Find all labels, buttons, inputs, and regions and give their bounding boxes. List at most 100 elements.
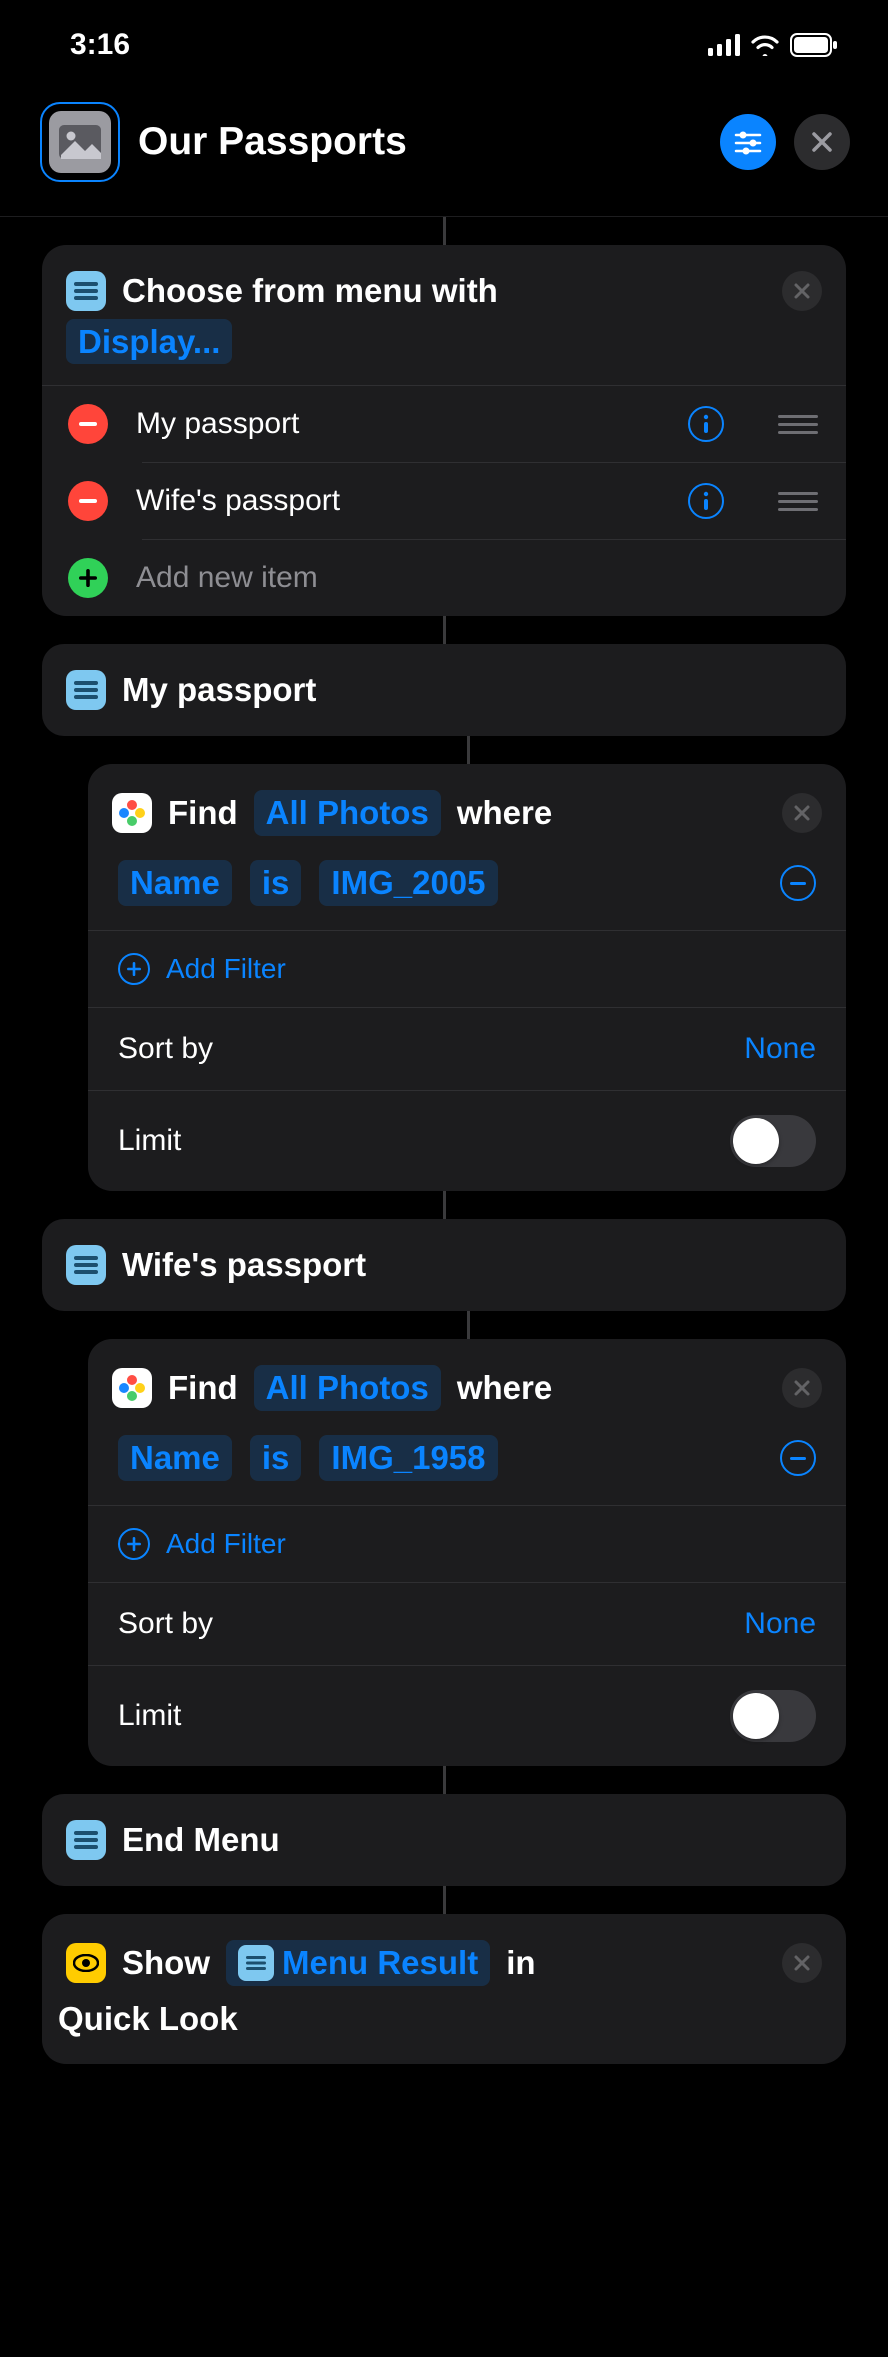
filter-op-token[interactable]: is xyxy=(250,1435,302,1481)
cellular-icon xyxy=(708,34,740,56)
case-label: My passport xyxy=(122,671,316,709)
sort-label: Sort by xyxy=(118,1032,213,1066)
filter-value-token[interactable]: IMG_2005 xyxy=(319,860,497,906)
close-icon xyxy=(793,1379,811,1397)
plus-circle-icon xyxy=(118,953,150,985)
sort-by-row[interactable]: Sort by None xyxy=(88,1007,846,1090)
menu-case-header: Wife's passport xyxy=(42,1219,846,1311)
limit-label: Limit xyxy=(118,1124,181,1158)
show-verb: Show xyxy=(122,1944,210,1982)
sliders-icon xyxy=(734,128,762,156)
remove-item-button[interactable] xyxy=(68,481,108,521)
scripting-icon xyxy=(238,1945,274,1981)
find-photos-action: Find All Photos where Name is IMG_1958 A… xyxy=(88,1339,846,1766)
sort-value: None xyxy=(744,1607,816,1641)
header: Our Passports xyxy=(0,80,888,217)
in-word: in xyxy=(506,1944,535,1982)
info-button[interactable] xyxy=(688,406,724,442)
status-bar: 3:16 xyxy=(0,0,888,80)
menu-item-label[interactable]: Wife's passport xyxy=(136,484,660,518)
scripting-icon xyxy=(66,670,106,710)
photos-app-icon xyxy=(112,793,152,833)
info-button[interactable] xyxy=(688,483,724,519)
close-button[interactable] xyxy=(794,114,850,170)
menu-case-header: My passport xyxy=(42,644,846,736)
where-word: where xyxy=(457,794,552,832)
settings-button[interactable] xyxy=(720,114,776,170)
remove-filter-button[interactable] xyxy=(780,1440,816,1476)
plus-icon xyxy=(127,962,141,976)
remove-filter-button[interactable] xyxy=(780,865,816,901)
filter-field-token[interactable]: Name xyxy=(118,1435,232,1481)
close-icon xyxy=(793,282,811,300)
add-filter-button[interactable]: Add Filter xyxy=(88,1505,846,1582)
drag-handle[interactable] xyxy=(778,411,818,438)
app-name: Quick Look xyxy=(58,2000,814,2038)
add-item-button[interactable] xyxy=(68,558,108,598)
close-icon xyxy=(811,131,833,153)
add-item-label: Add new item xyxy=(136,561,818,595)
close-icon xyxy=(793,804,811,822)
filter-value-token[interactable]: IMG_1958 xyxy=(319,1435,497,1481)
photo-icon xyxy=(59,125,101,159)
filter-row: Name is IMG_2005 xyxy=(88,860,846,930)
find-photos-action: Find All Photos where Name is IMG_2005 A… xyxy=(88,764,846,1191)
plus-circle-icon xyxy=(118,1528,150,1560)
add-menu-item-row[interactable]: Add new item xyxy=(42,540,846,616)
delete-action-button[interactable] xyxy=(782,1368,822,1408)
filter-row: Name is IMG_1958 xyxy=(88,1435,846,1505)
sort-value: None xyxy=(744,1032,816,1066)
connector xyxy=(443,1191,446,1219)
sort-label: Sort by xyxy=(118,1607,213,1641)
find-verb: Find xyxy=(168,1369,238,1407)
wifi-icon xyxy=(750,34,780,56)
source-token[interactable]: All Photos xyxy=(254,1365,441,1411)
menu-item-label[interactable]: My passport xyxy=(136,407,660,441)
connector xyxy=(443,217,446,245)
choose-from-menu-action: Choose from menu with Display... My pass… xyxy=(42,245,846,616)
limit-label: Limit xyxy=(118,1699,181,1733)
remove-item-button[interactable] xyxy=(68,404,108,444)
limit-row: Limit xyxy=(88,1665,846,1766)
end-menu-label: End Menu xyxy=(122,1821,280,1859)
close-icon xyxy=(793,1954,811,1972)
limit-toggle[interactable] xyxy=(730,1115,816,1167)
case-label: Wife's passport xyxy=(122,1246,366,1284)
minus-icon xyxy=(79,499,97,503)
delete-action-button[interactable] xyxy=(782,271,822,311)
drag-handle[interactable] xyxy=(778,488,818,515)
delete-action-button[interactable] xyxy=(782,1943,822,1983)
connector xyxy=(443,616,446,644)
limit-row: Limit xyxy=(88,1090,846,1191)
limit-toggle[interactable] xyxy=(730,1690,816,1742)
minus-icon xyxy=(790,882,806,885)
plus-icon xyxy=(79,569,97,587)
sort-by-row[interactable]: Sort by None xyxy=(88,1582,846,1665)
quick-look-action: Show Menu Result in Quick Look xyxy=(42,1914,846,2064)
shortcut-title[interactable]: Our Passports xyxy=(138,120,702,164)
photos-app-icon xyxy=(112,1368,152,1408)
quick-look-icon xyxy=(66,1943,106,1983)
add-filter-button[interactable]: Add Filter xyxy=(88,930,846,1007)
shortcut-icon-button[interactable] xyxy=(40,102,120,182)
find-verb: Find xyxy=(168,794,238,832)
where-word: where xyxy=(457,1369,552,1407)
minus-icon xyxy=(79,422,97,426)
prompt-token[interactable]: Display... xyxy=(66,319,232,364)
menu-result-token[interactable]: Menu Result xyxy=(226,1940,490,1986)
variable-label: Menu Result xyxy=(282,1944,478,1982)
action-text: Choose from menu with xyxy=(122,272,498,310)
filter-field-token[interactable]: Name xyxy=(118,860,232,906)
plus-icon xyxy=(127,1537,141,1551)
end-menu-block: End Menu xyxy=(42,1794,846,1886)
scripting-icon xyxy=(66,1245,106,1285)
minus-icon xyxy=(790,1457,806,1460)
menu-item-row: My passport xyxy=(42,386,846,462)
filter-op-token[interactable]: is xyxy=(250,860,302,906)
delete-action-button[interactable] xyxy=(782,793,822,833)
status-indicators xyxy=(708,33,838,57)
menu-item-row: Wife's passport xyxy=(42,463,846,539)
connector xyxy=(443,1886,446,1914)
info-icon xyxy=(702,414,710,434)
source-token[interactable]: All Photos xyxy=(254,790,441,836)
